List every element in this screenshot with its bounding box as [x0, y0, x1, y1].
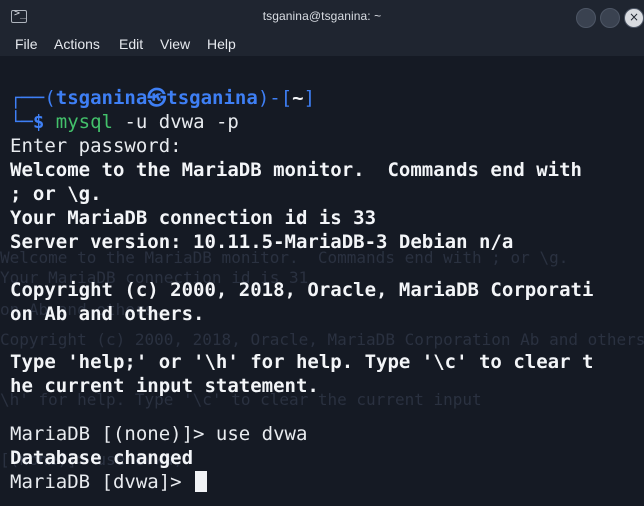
output-line: Database changed	[10, 447, 194, 469]
menu-help[interactable]: Help	[207, 36, 236, 52]
menu-actions[interactable]: Actions	[54, 36, 100, 52]
output-line: Welcome to the MariaDB monitor. Commands…	[10, 159, 582, 181]
minimize-button[interactable]	[576, 8, 596, 28]
current-prompt-line[interactable]: MariaDB [dvwa]>	[10, 470, 208, 494]
output-line: Enter password:	[10, 135, 182, 157]
ghost-line: Copyright (c) 2000, 2018, Oracle, MariaD…	[0, 330, 644, 349]
close-button[interactable]: ×	[624, 8, 644, 28]
output-line: Copyright (c) 2000, 2018, Oracle, MariaD…	[10, 279, 594, 301]
close-icon: ×	[629, 10, 640, 24]
prompt-path: ~	[292, 87, 304, 109]
prompt-open: ┌──(	[10, 87, 56, 109]
prompt-line-2: └─$ mysql -u dvwa -p	[10, 110, 239, 134]
output-line: ; or \g.	[10, 183, 102, 205]
command-name: mysql	[55, 111, 113, 133]
output-line: he current input statement.	[10, 375, 319, 397]
menu-view[interactable]: View	[160, 36, 190, 52]
prompt-close: ]	[303, 87, 316, 109]
prompt-second-prefix: └─	[10, 111, 33, 133]
prompt-mid: )-[	[257, 87, 293, 109]
window-title: tsganina@tsganina: ~	[262, 9, 382, 23]
prompt-at: ㉿	[147, 87, 167, 109]
output-line: on Ab and others.	[10, 303, 205, 325]
menu-bar: File Actions Edit View Help	[0, 34, 644, 56]
current-prompt: MariaDB [dvwa]>	[10, 471, 194, 493]
output-line: Your MariaDB connection id is 33	[10, 207, 377, 229]
command-args: -u dvwa -p	[113, 111, 239, 133]
menu-edit[interactable]: Edit	[119, 36, 143, 52]
text-cursor	[195, 471, 208, 492]
prompt-host: tsganina	[166, 87, 258, 109]
output-line: Server version: 10.11.5-MariaDB-3 Debian…	[10, 231, 514, 253]
terminal-window[interactable]: >_ tsganina@tsganina: ~ × File Actions E…	[0, 0, 644, 506]
output-line: Type 'help;' or '\h' for help. Type '\c'…	[10, 351, 594, 373]
terminal-output-area[interactable]: Welcome to the MariaDB monitor. Commands…	[0, 60, 644, 506]
maximize-button[interactable]	[600, 8, 620, 28]
prompt-user: tsganina	[55, 87, 148, 109]
prompt-line-1: ┌──(tsganina㉿tsganina)-[~]	[10, 86, 315, 110]
title-bar[interactable]: >_ tsganina@tsganina: ~ ×	[0, 0, 644, 34]
menu-file[interactable]: File	[15, 36, 38, 52]
prompt-dollar: $	[32, 111, 45, 133]
output-line: MariaDB [(none)]> use dvwa	[10, 423, 308, 445]
